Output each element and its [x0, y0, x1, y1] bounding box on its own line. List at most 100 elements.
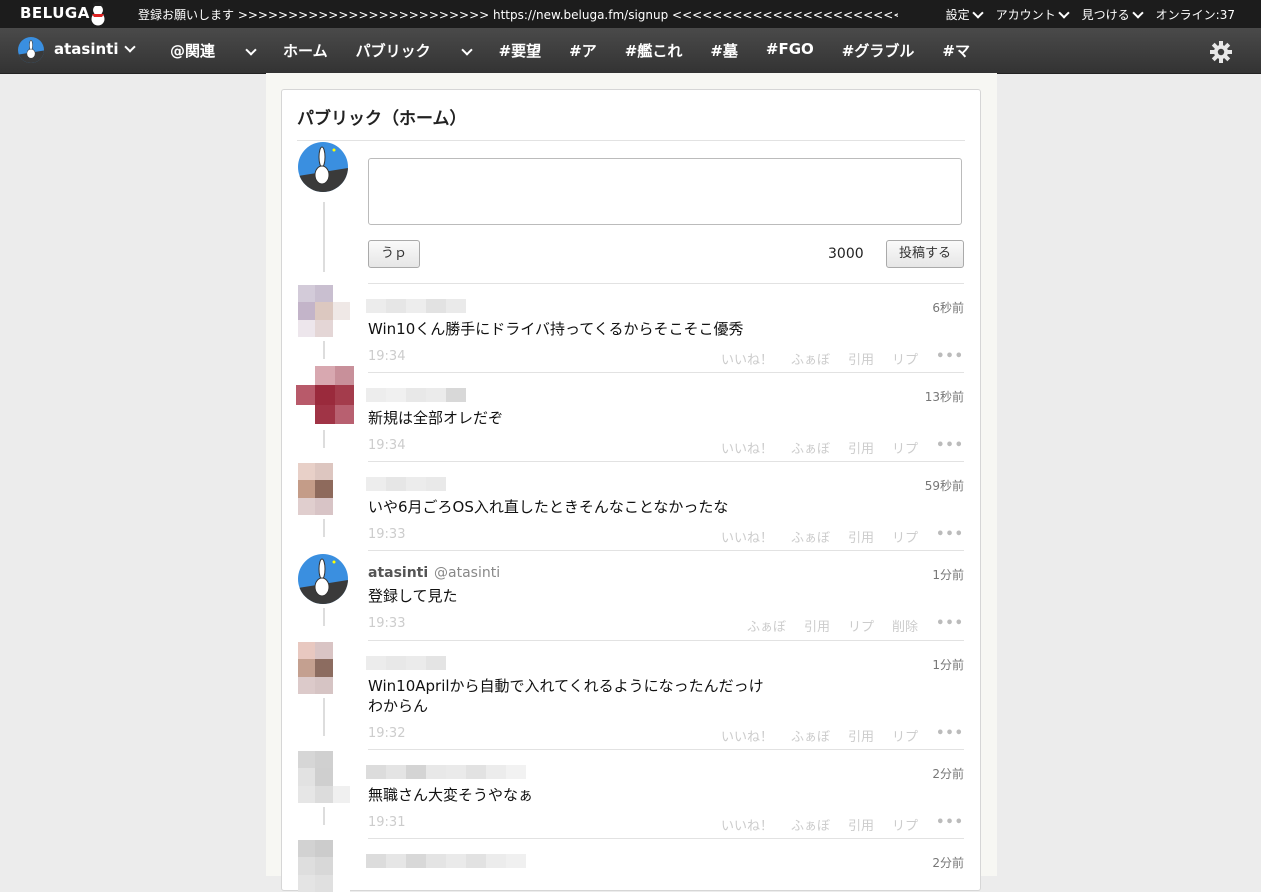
tab-granblue[interactable]: #グラブル — [842, 40, 915, 61]
char-counter: 3000 — [828, 246, 864, 262]
timeline-post: 2分前 — [282, 838, 980, 892]
tab-public[interactable]: パブリック — [356, 40, 473, 61]
chevron-down-icon — [460, 44, 473, 56]
avatar[interactable] — [298, 840, 350, 892]
post-age[interactable]: 6秒前 — [932, 299, 964, 316]
post-age[interactable]: 1分前 — [932, 656, 964, 673]
avatar[interactable] — [296, 366, 354, 424]
blurred-username — [366, 477, 446, 491]
like-button[interactable]: いいね！ — [721, 726, 773, 745]
delete-button[interactable]: 削除 — [892, 616, 918, 635]
avatar[interactable] — [298, 463, 350, 515]
post-age[interactable]: 1分前 — [932, 566, 964, 583]
tab-fgo[interactable]: #FGO — [766, 40, 814, 61]
thread-line — [323, 430, 325, 448]
post-button[interactable]: 投稿する — [886, 240, 964, 268]
post-timestamp: 19:33 — [368, 527, 406, 542]
avatar[interactable] — [298, 751, 350, 803]
reply-button[interactable]: リプ — [892, 815, 918, 834]
upload-button[interactable]: うｐ — [368, 240, 420, 268]
more-icon[interactable]: ••• — [936, 726, 964, 745]
quote-button[interactable]: 引用 — [848, 726, 874, 745]
like-button[interactable]: いいね！ — [721, 349, 773, 368]
tab-kancolle[interactable]: #艦これ — [625, 40, 683, 61]
username-menu[interactable]: atasinti — [54, 40, 118, 58]
tab-mentions[interactable]: @関連 — [170, 40, 257, 61]
quote-button[interactable]: 引用 — [848, 438, 874, 457]
post-handle[interactable]: @atasinti — [434, 565, 500, 581]
post-actions: いいね！ ふぁぼ 引用 リプ ••• — [721, 349, 964, 368]
avatar[interactable] — [298, 554, 348, 604]
post-author[interactable]: atasinti — [368, 565, 428, 581]
divider — [368, 838, 964, 839]
divider — [368, 461, 964, 462]
post-text: 無職さん大変そうやなぁ — [368, 786, 534, 804]
more-icon[interactable]: ••• — [936, 438, 964, 457]
divider — [297, 140, 965, 141]
fav-button[interactable]: ふぁぼ — [747, 616, 786, 635]
quote-button[interactable]: 引用 — [848, 349, 874, 368]
blurred-username — [366, 854, 526, 868]
post-age[interactable]: 59秒前 — [925, 477, 964, 494]
reply-button[interactable]: リプ — [892, 726, 918, 745]
blurred-username — [366, 388, 466, 402]
compose-input[interactable] — [368, 158, 962, 225]
quote-button[interactable]: 引用 — [848, 527, 874, 546]
quote-button[interactable]: 引用 — [848, 815, 874, 834]
tab-a[interactable]: #ア — [569, 40, 597, 61]
pixelated-avatar — [298, 840, 350, 892]
tab-request[interactable]: #要望 — [499, 40, 542, 61]
signup-marquee[interactable]: 登録お願いします >>>>>>>>>>>>>>>>>>>>>>>>> https… — [138, 6, 898, 23]
chevron-down-icon[interactable] — [124, 41, 136, 53]
user-avatar[interactable] — [18, 37, 44, 63]
fav-button[interactable]: ふぁぼ — [791, 349, 830, 368]
pixelated-avatar — [298, 642, 350, 694]
more-icon[interactable]: ••• — [936, 616, 964, 635]
post-timestamp: 19:34 — [368, 438, 406, 453]
reply-button[interactable]: リプ — [892, 527, 918, 546]
online-count: オンライン:37 — [1155, 8, 1235, 22]
nav-bar: atasinti @関連 ホーム パブリック #要望 #ア #艦これ #墓 #F… — [0, 28, 1261, 74]
fav-button[interactable]: ふぁぼ — [791, 527, 830, 546]
thread-line — [323, 519, 325, 537]
post-text: いや6月ごろOS入れ直したときそんなことなかったな — [368, 498, 729, 516]
post-age[interactable]: 2分前 — [932, 854, 964, 871]
post-actions: いいね！ ふぁぼ 引用 リプ ••• — [721, 726, 964, 745]
more-icon[interactable]: ••• — [936, 527, 964, 546]
compose-avatar — [298, 142, 348, 192]
thread-line — [323, 807, 325, 825]
fav-button[interactable]: ふぁぼ — [791, 726, 830, 745]
fav-button[interactable]: ふぁぼ — [791, 438, 830, 457]
reply-button[interactable]: リプ — [892, 349, 918, 368]
menu-settings[interactable]: 設定 — [946, 6, 984, 23]
top-bar: BELUGA 登録お願いします >>>>>>>>>>>>>>>>>>>>>>>>… — [0, 0, 1261, 28]
pixelated-avatar — [298, 285, 350, 337]
tab-home[interactable]: ホーム — [283, 40, 328, 61]
thread-line — [323, 202, 325, 272]
like-button[interactable]: いいね！ — [721, 815, 773, 834]
more-icon[interactable]: ••• — [936, 349, 964, 368]
more-icon[interactable]: ••• — [936, 815, 964, 834]
post-age[interactable]: 2分前 — [932, 765, 964, 782]
avatar[interactable] — [298, 285, 350, 337]
top-menu: 設定 アカウント 見つける オンライン:37 — [946, 6, 1235, 23]
tab-ma[interactable]: #マ — [942, 40, 970, 61]
post-actions: いいね！ ふぁぼ 引用 リプ ••• — [721, 815, 964, 834]
reply-button[interactable]: リプ — [892, 438, 918, 457]
divider — [368, 372, 964, 373]
post-age[interactable]: 13秒前 — [925, 388, 964, 405]
fav-button[interactable]: ふぁぼ — [791, 815, 830, 834]
quote-button[interactable]: 引用 — [804, 616, 830, 635]
like-button[interactable]: いいね！ — [721, 438, 773, 457]
like-button[interactable]: いいね！ — [721, 527, 773, 546]
post-timestamp: 19:32 — [368, 726, 406, 741]
tab-grave[interactable]: #墓 — [710, 40, 738, 61]
gear-icon[interactable] — [1209, 40, 1233, 64]
post-timestamp: 19:31 — [368, 815, 406, 830]
brand-logo[interactable]: BELUGA — [20, 4, 90, 22]
menu-discover[interactable]: 見つける — [1082, 6, 1144, 23]
avatar[interactable] — [298, 642, 350, 694]
chevron-down-icon — [245, 44, 257, 56]
reply-button[interactable]: リプ — [848, 616, 874, 635]
menu-account[interactable]: アカウント — [996, 6, 1070, 23]
